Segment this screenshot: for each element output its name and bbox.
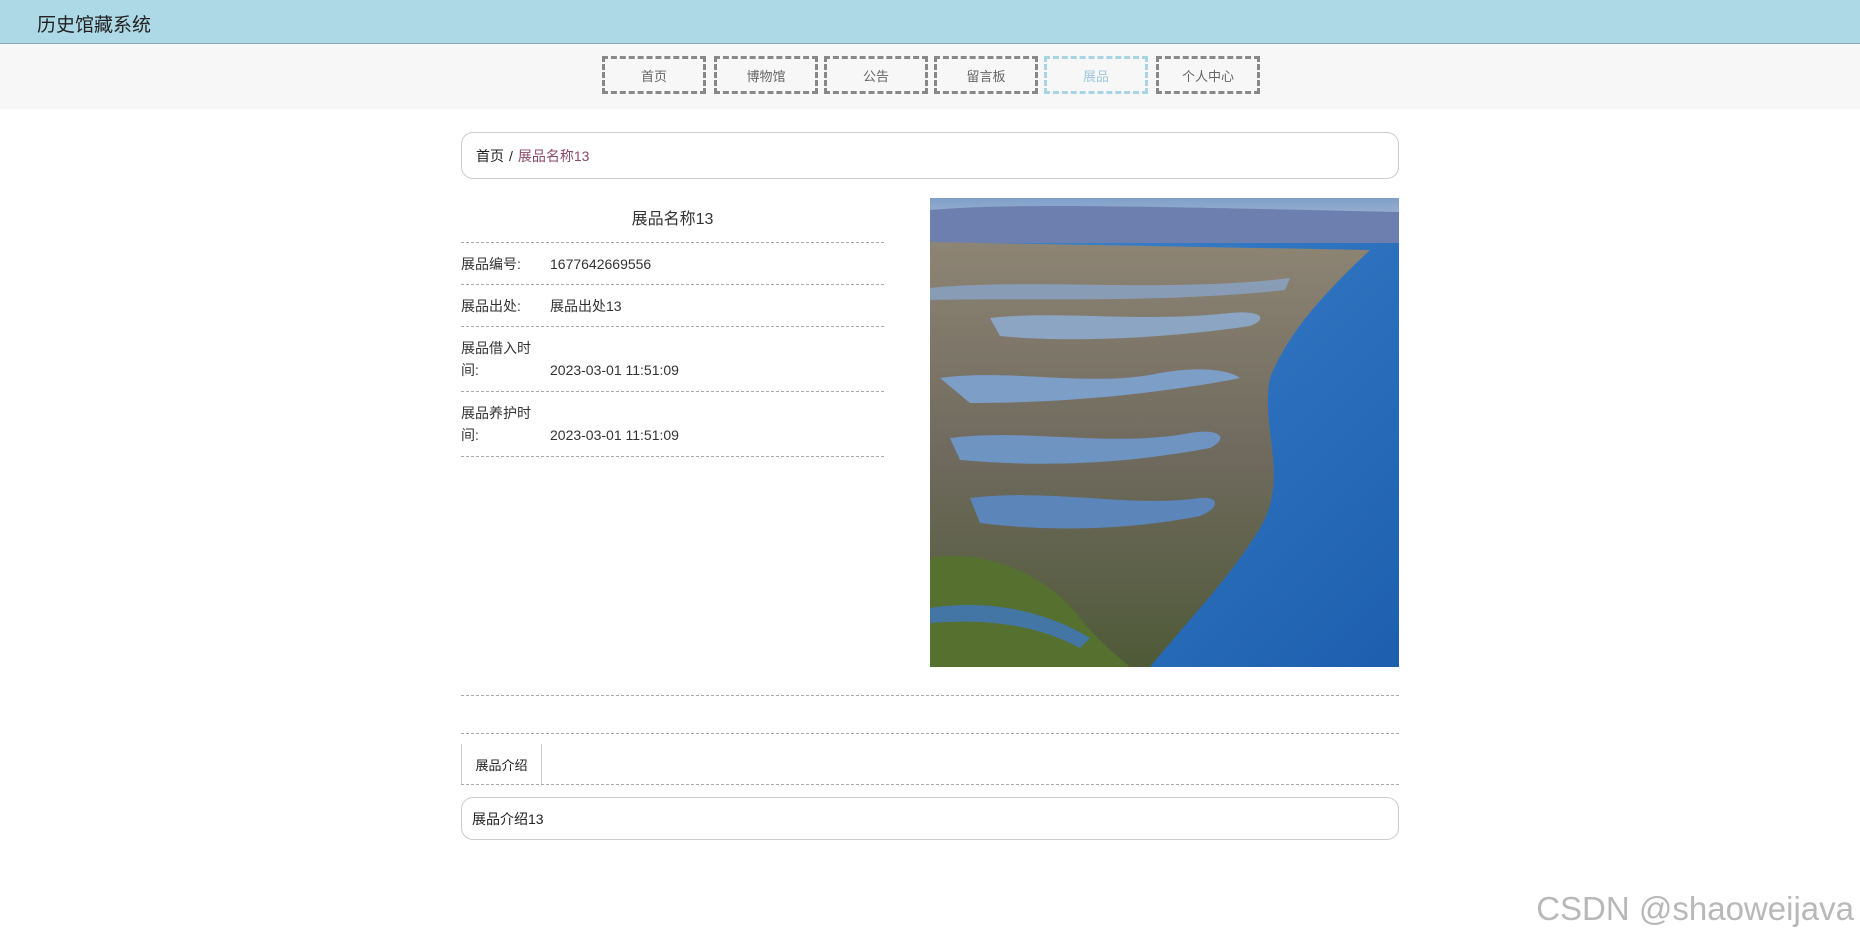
field-value: 1677642669556 xyxy=(550,256,652,272)
exhibit-field-borrow-time: 展品借入时间: 2023-03-01 11:51:09 xyxy=(461,327,884,392)
field-value: 2023-03-01 11:51:09 xyxy=(550,427,679,443)
nav-exhibits[interactable]: 展品 xyxy=(1044,56,1148,94)
nav-bar: 首页 博物馆 公告 留言板 展品 个人中心 xyxy=(0,44,1860,109)
tabs-bottom-divider xyxy=(461,784,1399,785)
tab-exhibit-intro[interactable]: 展品介绍 xyxy=(461,744,542,784)
watermark: CSDN @shaoweijava xyxy=(1536,890,1854,927)
breadcrumb: 首页 / 展品名称13 xyxy=(461,132,1399,179)
field-label: 展品出处: xyxy=(461,298,521,314)
exhibit-intro-content: 展品介绍13 xyxy=(461,797,1399,840)
field-label: 展品编号: xyxy=(461,256,521,272)
exhibit-field-number: 展品编号: 1677642669556 xyxy=(461,243,884,285)
breadcrumb-current: 展品名称13 xyxy=(517,147,590,164)
nav-museum[interactable]: 博物馆 xyxy=(714,56,818,94)
field-value: 展品出处13 xyxy=(550,298,622,314)
breadcrumb-separator: / xyxy=(509,147,513,164)
exhibit-field-origin: 展品出处: 展品出处13 xyxy=(461,285,884,327)
nav-personal-center[interactable]: 个人中心 xyxy=(1156,56,1260,94)
tabs-top-divider xyxy=(461,733,1399,734)
exhibit-title: 展品名称13 xyxy=(461,198,884,243)
nav-home[interactable]: 首页 xyxy=(602,56,706,94)
section-divider xyxy=(461,695,1399,696)
field-value: 2023-03-01 11:51:09 xyxy=(550,362,679,378)
breadcrumb-home-link[interactable]: 首页 xyxy=(476,146,504,166)
field-label: 展品养护时间: xyxy=(461,405,531,443)
exhibit-field-maintenance-time: 展品养护时间: 2023-03-01 11:51:09 xyxy=(461,392,884,457)
exhibit-info: 展品名称13 展品编号: 1677642669556 展品出处: 展品出处13 … xyxy=(461,198,884,457)
top-bar: 历史馆藏系统 xyxy=(0,0,1860,44)
nav-message-board[interactable]: 留言板 xyxy=(934,56,1038,94)
app-title: 历史馆藏系统 xyxy=(37,15,152,36)
nav-announcement[interactable]: 公告 xyxy=(824,56,928,94)
field-label: 展品借入时间: xyxy=(461,340,531,378)
exhibit-image xyxy=(930,198,1399,667)
